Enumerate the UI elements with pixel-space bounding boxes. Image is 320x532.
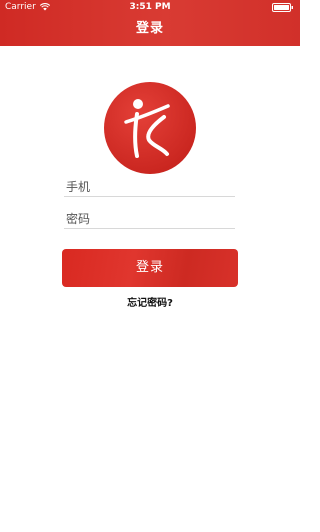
- nav-header: Carrier 3:51 PM 登录: [0, 0, 300, 46]
- status-bar: Carrier 3:51 PM: [0, 0, 300, 14]
- phone-field[interactable]: [64, 176, 235, 197]
- app-logo-icon: [104, 82, 196, 174]
- status-time: 3:51 PM: [129, 2, 171, 12]
- forgot-password-link[interactable]: 忘记密码?: [0, 294, 300, 309]
- password-input[interactable]: [64, 209, 235, 229]
- login-button[interactable]: 登录: [62, 249, 238, 287]
- battery-icon: [272, 3, 293, 12]
- phone-input[interactable]: [64, 177, 235, 197]
- page-title: 登录: [135, 21, 164, 36]
- password-field[interactable]: [64, 208, 235, 229]
